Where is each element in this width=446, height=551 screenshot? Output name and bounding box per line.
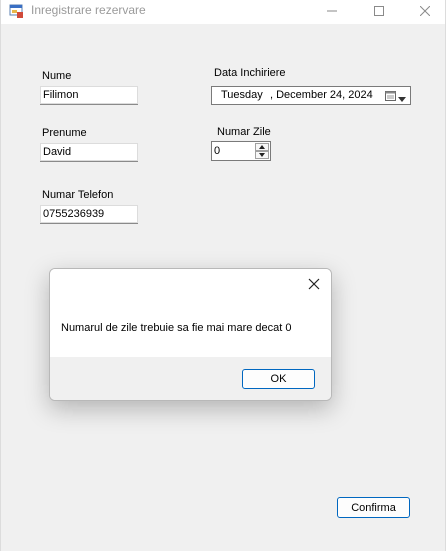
dialog-close-icon[interactable] — [303, 273, 325, 295]
confirma-button[interactable]: Confirma — [337, 497, 410, 518]
stepper-down-button[interactable] — [255, 151, 269, 159]
title-bar: Inregistrare rezervare — [1, 0, 445, 24]
ok-button[interactable]: OK — [242, 369, 315, 389]
prenume-input[interactable] — [40, 143, 138, 162]
stepper-buttons — [255, 143, 269, 159]
numar-zile-label: Numar Zile — [217, 126, 271, 138]
close-window-button[interactable] — [402, 0, 446, 22]
message-dialog: Numarul de zile trebuie sa fie mai mare … — [49, 268, 332, 401]
nume-input[interactable] — [40, 86, 138, 105]
form-app-icon — [9, 3, 25, 19]
data-inchiriere-picker[interactable]: Tuesday , December 24, 2024 — [211, 86, 411, 105]
dialog-message: Numarul de zile trebuie sa fie mai mare … — [61, 322, 292, 334]
dialog-footer: OK — [50, 357, 331, 400]
numar-zile-stepper[interactable]: 0 — [211, 141, 271, 161]
nume-label: Nume — [42, 70, 72, 82]
numar-zile-value[interactable]: 0 — [214, 145, 220, 157]
maximize-button[interactable] — [356, 0, 402, 22]
stepper-up-button[interactable] — [255, 143, 269, 151]
minimize-button[interactable] — [309, 0, 355, 22]
window-title: Inregistrare rezervare — [31, 3, 146, 17]
telefon-label: Numar Telefon — [42, 189, 114, 201]
date-value: , December 24, 2024 — [270, 89, 373, 101]
dialog-header — [50, 269, 331, 299]
calendar-icon[interactable] — [385, 90, 396, 104]
chevron-down-icon[interactable] — [398, 93, 406, 105]
telefon-input[interactable] — [40, 205, 138, 224]
prenume-label: Prenume — [42, 127, 87, 139]
date-day: Tuesday — [221, 89, 263, 101]
data-inchiriere-label: Data Inchiriere — [214, 67, 286, 79]
